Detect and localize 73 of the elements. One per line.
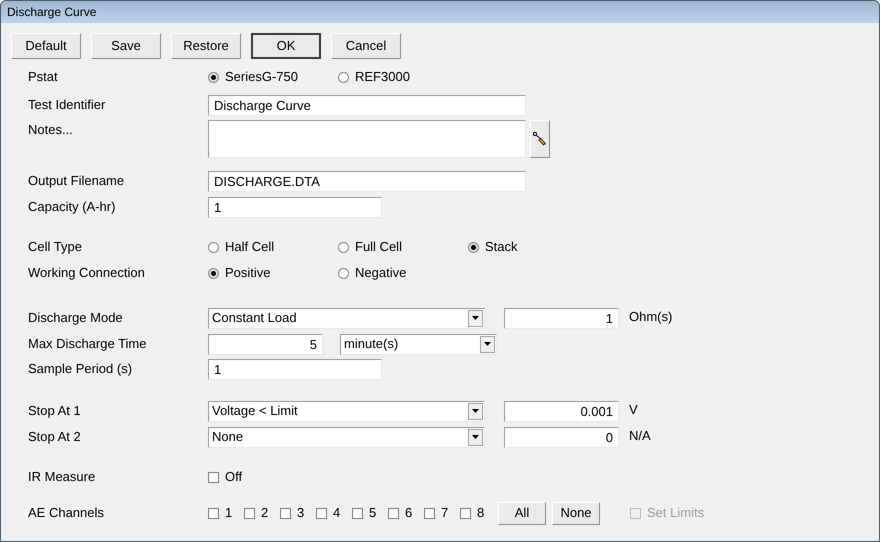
input-field[interactable]: 5	[208, 334, 323, 354]
field-label: Cell Type	[28, 238, 83, 256]
checkbox-label: 5	[369, 504, 376, 522]
checkbox-label: 3	[297, 504, 304, 522]
input-field[interactable]: 1	[208, 358, 382, 380]
checkbox[interactable]	[424, 508, 435, 518]
field-label: Test Identifier	[28, 96, 106, 114]
unit-label: N/A	[629, 427, 651, 445]
radio-button[interactable]	[208, 268, 219, 278]
input-field[interactable]: 0.001	[504, 400, 619, 422]
channel-select-button[interactable]: All	[498, 502, 546, 524]
dialog-button[interactable]: OK	[251, 33, 321, 59]
checkbox-label: 2	[261, 504, 268, 522]
dialog-button[interactable]: Cancel	[331, 33, 401, 59]
field-label: Working Connection	[28, 264, 146, 282]
field-label: Pstat	[28, 68, 59, 86]
field-label: Stop At 1	[28, 402, 82, 420]
checkbox[interactable]	[460, 508, 471, 518]
input-field[interactable]: 1	[504, 308, 619, 328]
field-label: Discharge Mode	[28, 309, 124, 328]
dialog-button[interactable]: Restore	[171, 33, 241, 59]
checkbox[interactable]	[316, 508, 327, 518]
radio-label: Negative	[355, 264, 406, 282]
checkbox[interactable]	[280, 508, 291, 518]
unit-label: Ohm(s)	[629, 308, 672, 326]
input-field[interactable]: 0	[504, 426, 619, 448]
radio-button[interactable]	[338, 72, 349, 82]
checkbox-label: Off	[225, 468, 242, 486]
window-title: Discharge Curve	[7, 4, 96, 21]
input-field[interactable]: Discharge Curve	[208, 94, 526, 116]
notes-field[interactable]	[208, 120, 526, 158]
checkbox-label: 4	[333, 504, 340, 522]
field-label: Notes...	[28, 121, 74, 139]
radio-label: Stack	[485, 238, 518, 256]
radio-button[interactable]	[208, 242, 219, 252]
unit-label: V	[629, 401, 638, 419]
radio-label: Full Cell	[355, 238, 402, 256]
dialog-button[interactable]: Default	[11, 33, 81, 59]
notes-edit-button[interactable]	[530, 120, 550, 158]
field-label: AE Channels	[28, 504, 105, 522]
checkbox[interactable]	[244, 508, 255, 518]
dropdown[interactable]: minute(s)	[340, 334, 497, 354]
radio-button[interactable]	[468, 242, 479, 252]
radio-button[interactable]	[338, 242, 349, 252]
field-label: Max Discharge Time	[28, 335, 148, 354]
radio-label: Positive	[225, 264, 271, 282]
radio-label: REF3000	[355, 68, 410, 86]
input-field[interactable]: 1	[208, 196, 382, 218]
field-label: Capacity (A-hr)	[28, 198, 116, 216]
radio-label: SeriesG-750	[225, 68, 298, 86]
checkbox-label: Set Limits	[647, 504, 704, 522]
checkbox-label: 6	[405, 504, 412, 522]
input-field[interactable]: DISCHARGE.DTA	[208, 170, 526, 192]
pencil-icon	[532, 131, 548, 147]
dropdown[interactable]: Constant Load	[208, 308, 485, 328]
field-label: Sample Period (s)	[28, 360, 134, 378]
checkbox[interactable]	[208, 472, 219, 482]
radio-button[interactable]	[208, 72, 219, 82]
radio-label: Half Cell	[225, 238, 274, 256]
field-label: IR Measure	[28, 468, 96, 486]
checkbox-label: 1	[225, 504, 232, 522]
field-label: Stop At 2	[28, 428, 82, 446]
dialog-button[interactable]: Save	[91, 33, 161, 59]
field-label: Output Filename	[28, 172, 126, 190]
dropdown[interactable]: Voltage < Limit	[208, 400, 485, 422]
checkbox[interactable]	[352, 508, 363, 518]
radio-button[interactable]	[338, 268, 349, 278]
checkbox-label: 8	[477, 504, 484, 522]
checkbox[interactable]	[208, 508, 219, 518]
channel-select-button[interactable]: None	[552, 502, 600, 524]
checkbox[interactable]	[388, 508, 399, 518]
dropdown[interactable]: None	[208, 426, 485, 448]
checkbox-label: 7	[441, 504, 448, 522]
